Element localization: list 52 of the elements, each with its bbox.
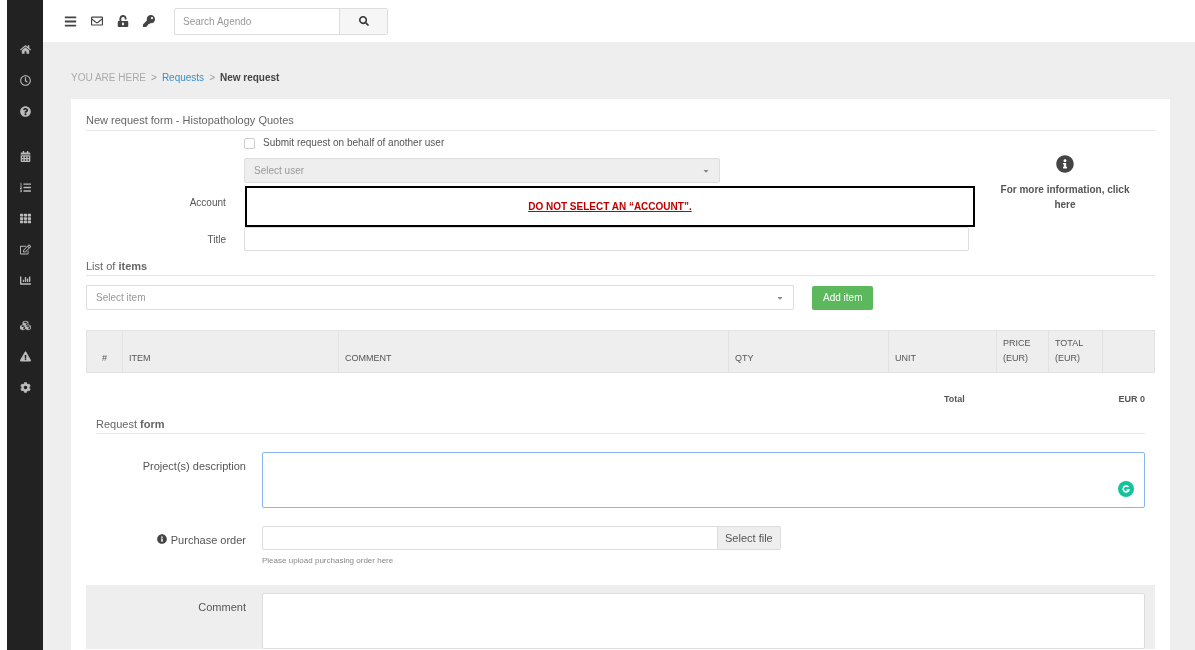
menu-icon[interactable] [64, 14, 77, 28]
checkbox[interactable] [244, 137, 255, 149]
notice-text: DO NOT SELECT AN “ACCOUNT”. [528, 200, 692, 214]
field-label: Account [188, 196, 226, 210]
info-link[interactable]: For more information, click here [990, 182, 1140, 212]
unlock-icon[interactable] [117, 15, 129, 27]
column-header: ITEM [129, 352, 151, 365]
clock-icon[interactable] [19, 75, 31, 86]
grammar-check-icon[interactable] [1118, 481, 1134, 497]
breadcrumb-current: New request [219, 71, 280, 84]
column-header: TOTAL (EUR) [1055, 337, 1084, 365]
bar-chart-icon[interactable] [19, 275, 31, 286]
search-input[interactable]: Search Agendo [175, 8, 339, 34]
select-file-button[interactable]: Select file [718, 526, 781, 550]
settings-icon[interactable] [19, 382, 31, 393]
help-icon[interactable] [19, 106, 31, 117]
section-heading: List of items [86, 259, 1155, 276]
breadcrumb-separator: > [209, 71, 215, 84]
column-header: COMMENT [345, 352, 392, 365]
section-heading: Request form [96, 417, 1145, 434]
grid-icon[interactable] [19, 213, 31, 224]
total-value: EUR 0 [1118, 393, 1145, 405]
field-label: Title [206, 233, 226, 247]
form-title: New request form - Histopathology Quotes [86, 113, 1155, 131]
edit-icon[interactable] [19, 244, 31, 255]
column-header: PRICE (EUR) [1003, 337, 1032, 365]
help-text: Please upload purchasing order here [262, 555, 395, 567]
calendar-icon[interactable] [19, 151, 31, 162]
item-select[interactable]: Select item [86, 285, 794, 310]
cubes-icon[interactable] [19, 320, 31, 331]
breadcrumb-separator: > [151, 71, 157, 84]
field-label: Project(s) description [142, 459, 246, 474]
warning-icon[interactable] [19, 351, 31, 362]
column-header: # [102, 352, 107, 365]
column-header: UNIT [895, 352, 916, 365]
search-icon[interactable] [339, 8, 387, 34]
column-header: QTY [735, 352, 754, 365]
breadcrumb-label: YOU ARE HERE [71, 71, 147, 84]
info-icon[interactable] [1056, 155, 1074, 173]
file-field[interactable] [262, 526, 718, 550]
title-field[interactable] [244, 227, 969, 251]
field-label: Purchase order [170, 533, 246, 548]
list-icon[interactable] [19, 182, 31, 193]
breadcrumb-link[interactable]: Requests [161, 71, 205, 84]
total-label: Total [944, 393, 965, 405]
field-label: Comment [198, 600, 246, 615]
checkbox-label: Submit request on behalf of another user [263, 136, 445, 150]
envelope-icon[interactable] [91, 15, 103, 27]
home-icon[interactable] [19, 44, 31, 55]
add-item-button[interactable]: Add item [812, 285, 874, 310]
key-icon[interactable] [143, 15, 155, 27]
search-field[interactable]: Search Agendo [174, 7, 388, 35]
